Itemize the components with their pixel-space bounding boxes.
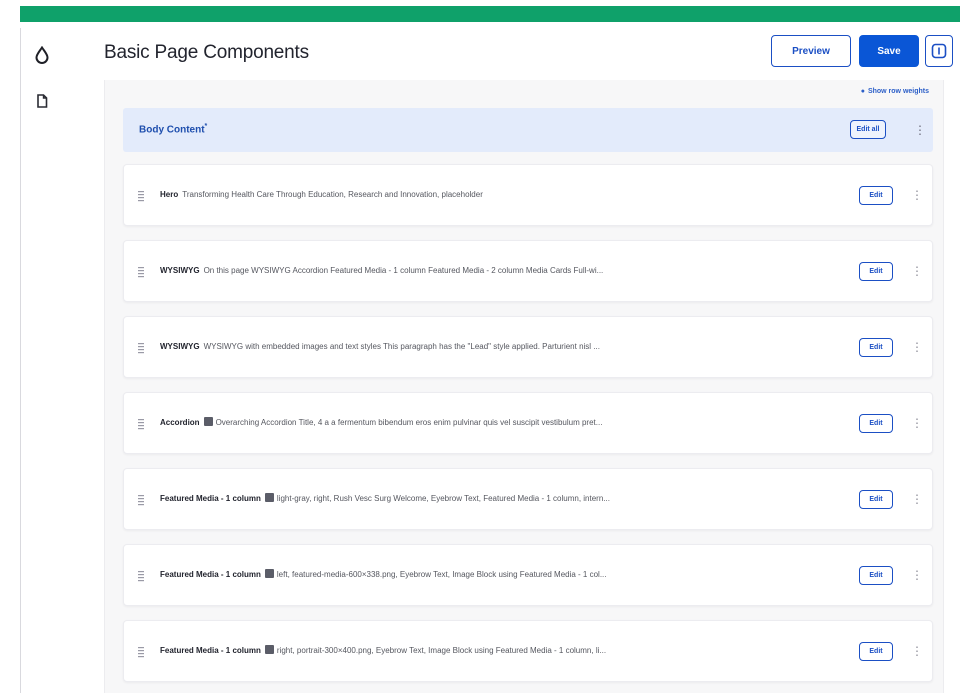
component-summary-text: light-gray, right, Rush Vesc Surg Welcom… <box>276 494 610 503</box>
drag-handle-icon[interactable] <box>136 569 146 583</box>
component-summary: WYSIWYG WYSIWYG with embedded images and … <box>160 341 850 353</box>
edit-button[interactable]: Edit <box>859 186 893 205</box>
brand-green-strip <box>20 6 960 22</box>
component-summary: Hero Transforming Health Care Through Edu… <box>160 189 850 201</box>
layout-builder-content: ● Show row weights Body Content* Edit al… <box>104 80 944 693</box>
component-summary-text: On this page WYSIWYG Accordion Featured … <box>203 266 604 275</box>
component-card: WYSIWYG WYSIWYG with embedded images and … <box>123 316 933 378</box>
drag-handle-icon[interactable] <box>136 645 146 659</box>
drop-icon[interactable] <box>31 44 53 66</box>
component-type: WYSIWYG <box>160 266 200 275</box>
component-card: WYSIWYG On this page WYSIWYG Accordion Fe… <box>123 240 933 302</box>
edit-button[interactable]: Edit <box>859 338 893 357</box>
component-summary-text: Transforming Health Care Through Educati… <box>182 190 483 199</box>
show-row-weights-link[interactable]: ● Show row weights <box>861 88 929 95</box>
component-type: Featured Media - 1 column <box>160 570 261 579</box>
kebab-menu-icon[interactable]: ⋮ <box>911 339 923 355</box>
component-summary-text: right, portrait-300×400.png, Eyebrow Tex… <box>276 646 607 655</box>
drag-handle-icon[interactable] <box>136 417 146 431</box>
component-summary: Featured Media - 1 column right, portrait… <box>160 645 850 657</box>
show-row-weights-label: Show row weights <box>867 88 929 95</box>
component-summary-text: Overarching Accordion Title, 4 a a ferme… <box>215 418 603 427</box>
drag-handle-icon[interactable] <box>136 341 146 355</box>
component-type: WYSIWYG <box>160 342 200 351</box>
component-summary-text: WYSIWYG with embedded images and text st… <box>203 342 600 351</box>
image-icon <box>264 645 274 654</box>
drag-handle-icon[interactable] <box>136 265 146 279</box>
kebab-menu-icon[interactable]: ⋮ <box>911 643 923 659</box>
document-icon[interactable] <box>31 90 53 112</box>
edit-button[interactable]: Edit <box>859 642 893 661</box>
section-title: Body Content* <box>139 123 207 135</box>
sidebar-panel-icon[interactable] <box>925 35 953 67</box>
component-type: Accordion <box>160 418 200 427</box>
section-header-body-content: Body Content* Edit all ⋮ <box>123 108 933 152</box>
component-summary: Accordion Overarching Accordion Title, 4 … <box>160 417 850 429</box>
component-type: Featured Media - 1 column <box>160 646 261 655</box>
component-card: Featured Media - 1 column left, featured-… <box>123 544 933 606</box>
component-summary: Featured Media - 1 column light-gray, rig… <box>160 493 850 505</box>
component-type: Hero <box>160 190 179 199</box>
edit-button[interactable]: Edit <box>859 262 893 281</box>
section-title-text: Body Content <box>139 124 205 136</box>
image-icon <box>264 493 274 502</box>
kebab-menu-icon[interactable]: ⋮ <box>911 187 923 203</box>
kebab-menu-icon[interactable]: ⋮ <box>911 415 923 431</box>
edit-button[interactable]: Edit <box>859 490 893 509</box>
preview-button[interactable]: Preview <box>771 35 851 67</box>
component-card: Accordion Overarching Accordion Title, 4 … <box>123 392 933 454</box>
kebab-menu-icon[interactable]: ⋮ <box>911 567 923 583</box>
page-header: Basic Page Components Preview Save <box>62 28 960 80</box>
component-type: Featured Media - 1 column <box>160 494 261 503</box>
top-accent-bar <box>0 0 960 28</box>
kebab-menu-icon[interactable]: ⋮ <box>911 263 923 279</box>
drag-handle-icon[interactable] <box>136 189 146 203</box>
eye-icon: ● <box>860 88 865 95</box>
left-rail <box>20 28 62 693</box>
component-card: Featured Media - 1 column right, portrait… <box>123 620 933 682</box>
component-summary-text: left, featured-media-600×338.png, Eyebro… <box>276 570 607 579</box>
required-mark: * <box>204 123 208 130</box>
kebab-menu-icon[interactable]: ⋮ <box>911 491 923 507</box>
page-title: Basic Page Components <box>104 42 309 63</box>
edit-button[interactable]: Edit <box>859 566 893 585</box>
component-summary: WYSIWYG On this page WYSIWYG Accordion Fe… <box>160 265 850 277</box>
save-button[interactable]: Save <box>859 35 919 67</box>
edit-all-button[interactable]: Edit all <box>850 120 886 139</box>
component-summary: Featured Media - 1 column left, featured-… <box>160 569 850 581</box>
component-card: Featured Media - 1 column light-gray, rig… <box>123 468 933 530</box>
drag-handle-icon[interactable] <box>136 493 146 507</box>
image-icon <box>264 569 274 578</box>
component-list: Hero Transforming Health Care Through Edu… <box>123 164 933 693</box>
kebab-menu-icon[interactable]: ⋮ <box>914 122 926 138</box>
component-card: Hero Transforming Health Care Through Edu… <box>123 164 933 226</box>
edit-button[interactable]: Edit <box>859 414 893 433</box>
image-icon <box>203 417 213 426</box>
